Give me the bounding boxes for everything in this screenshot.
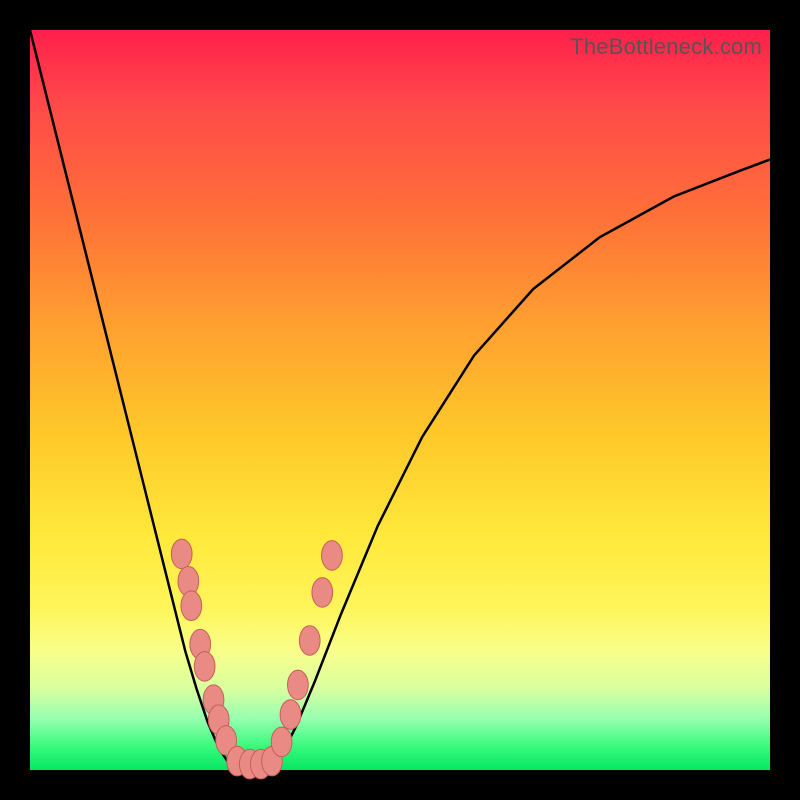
data-bead [280,700,301,730]
data-bead [322,541,343,571]
data-bead [171,539,192,569]
curve-svg [30,30,770,770]
watermark-text: TheBottleneck.com [570,34,762,60]
data-bead [312,578,333,608]
data-bead [299,626,320,656]
chart-frame: TheBottleneck.com [0,0,800,800]
data-bead [194,652,215,682]
plot-area: TheBottleneck.com [30,30,770,770]
bottleneck-curve [30,30,770,770]
data-bead [181,591,202,621]
data-bead [271,727,292,757]
data-bead [288,670,309,700]
